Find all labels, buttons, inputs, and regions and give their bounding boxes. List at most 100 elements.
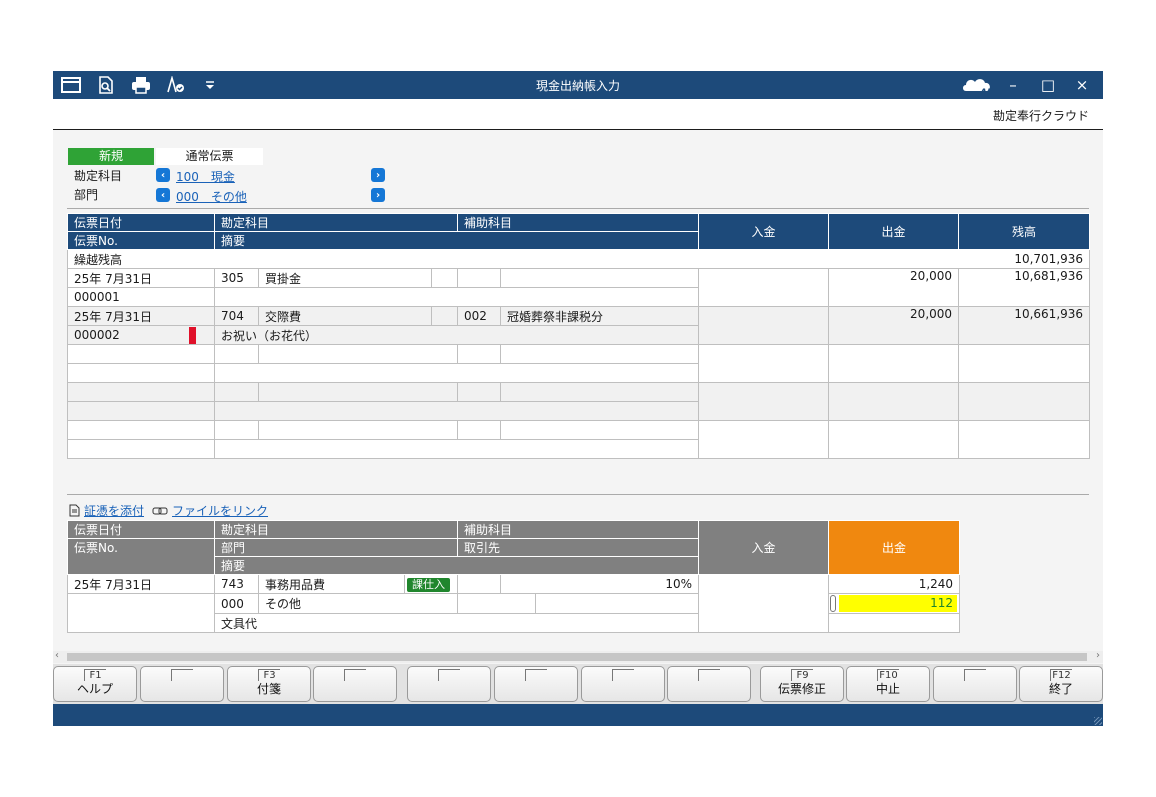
f9-edit-voucher-button[interactable]: F9 伝票修正 <box>760 666 844 702</box>
voucher-type[interactable]: 通常伝票 <box>156 148 263 165</box>
detail-summary[interactable]: 文具代 <box>213 613 700 633</box>
header-voucher-no: 伝票No. <box>67 231 215 250</box>
f7-blank-button[interactable] <box>581 666 665 702</box>
entry-sub-code[interactable]: 002 <box>457 306 502 326</box>
entry-account-name[interactable]: 買掛金 <box>258 268 432 288</box>
entry-voucher-no[interactable]: 000001 <box>67 287 215 307</box>
minimize-button[interactable]: – <box>996 71 1030 99</box>
horizontal-scrollbar[interactable]: ‹ › <box>53 650 1103 663</box>
f10-cancel-button[interactable]: F10 中止 <box>846 666 930 702</box>
entry-balance: 10,681,936 <box>958 268 1091 307</box>
fkey-number <box>964 669 986 681</box>
entry-account-code[interactable]: 305 <box>214 268 259 288</box>
detail-tax-rate[interactable]: 10% <box>500 574 700 594</box>
chevron-left-icon: ‹ <box>160 189 166 201</box>
detail-dept-name[interactable]: その他 <box>257 593 459 614</box>
entry-sub-name[interactable]: 冠婚葬祭非課税分 <box>500 306 700 326</box>
detail-partner-code[interactable] <box>457 593 537 614</box>
fkey-label: 終了 <box>1048 682 1073 696</box>
f4-blank-button[interactable] <box>313 666 397 702</box>
detail-header-summary: 摘要 <box>213 556 700 575</box>
account-prev-button[interactable]: ‹ <box>156 168 170 182</box>
f5-blank-button[interactable] <box>407 666 491 702</box>
f11-blank-button[interactable] <box>933 666 1017 702</box>
ai-assistant-icon[interactable]: AI <box>959 74 999 97</box>
scroll-thumb[interactable] <box>67 653 1087 661</box>
f1-help-button[interactable]: F1 ヘルプ <box>53 666 137 702</box>
entry-sub-code[interactable] <box>457 268 502 288</box>
table-row[interactable]: 25年 7月31日 704 交際費 002 冠婚葬祭非課税分 20,000 10… <box>67 306 1091 345</box>
entry-withdrawal[interactable]: 20,000 <box>828 268 960 307</box>
entry-account-code[interactable]: 704 <box>214 306 259 326</box>
fkey-number: F12 <box>1050 669 1072 681</box>
divider <box>67 494 1089 495</box>
detail-table: 伝票日付 勘定科目 補助科目 入金 出金 伝票No. 部門 取引先 摘要 25年… <box>67 520 961 633</box>
department-next-button[interactable]: › <box>371 188 385 202</box>
chevron-right-icon: › <box>375 169 381 181</box>
detail-sub-code[interactable] <box>457 574 502 594</box>
scroll-left-arrow-icon[interactable]: ‹ <box>55 650 59 661</box>
empty-row[interactable] <box>67 420 1091 459</box>
account-label: 勘定科目 <box>74 169 123 183</box>
resize-grip-icon[interactable] <box>1094 717 1102 725</box>
function-key-bar: F1 ヘルプ F3 付箋 F9 伝票修正 F10 中止 F12 終了 <box>53 664 1103 704</box>
entry-tax-cell[interactable] <box>430 268 459 288</box>
detail-deposit[interactable] <box>698 574 830 633</box>
fkey-label: 中止 <box>875 682 900 696</box>
entry-account-name[interactable]: 交際費 <box>258 306 432 326</box>
scroll-right-arrow-icon[interactable]: › <box>1096 650 1100 661</box>
header-sub-account: 補助科目 <box>457 213 700 232</box>
attach-evidence-link[interactable]: 証憑を添付 <box>84 502 144 519</box>
close-button[interactable]: × <box>1065 71 1099 99</box>
tax-amount-input[interactable]: 112 <box>839 595 958 612</box>
entry-voucher-no-cell[interactable]: 000002 <box>67 325 215 345</box>
detail-tax-cell[interactable]: 課仕入 <box>403 574 459 594</box>
account-next-button[interactable]: › <box>371 168 385 182</box>
tax-category-badge[interactable]: 課仕入 <box>407 577 450 592</box>
account-value-link[interactable]: 100 現金 <box>176 168 235 185</box>
empty-row[interactable] <box>67 344 1091 383</box>
detail-tax-input-cell[interactable]: 112 <box>828 593 961 614</box>
chevron-left-icon: ‹ <box>160 169 166 181</box>
table-row[interactable]: 25年 7月31日 305 買掛金 20,000 10,681,936 <box>67 268 1091 307</box>
detail-voucher-no[interactable] <box>67 593 215 633</box>
detail-empty-cell <box>828 613 961 633</box>
maximize-button[interactable]: □ <box>1031 71 1065 99</box>
entry-date[interactable]: 25年 7月31日 <box>67 306 215 326</box>
f12-exit-button[interactable]: F12 終了 <box>1019 666 1103 702</box>
entry-summary[interactable]: お祝い（お花代） <box>213 325 700 345</box>
entry-deposit[interactable] <box>698 268 830 307</box>
detail-account-name[interactable]: 事務用品費 <box>258 574 405 594</box>
entry-voucher-no[interactable]: 000002 <box>74 328 120 342</box>
detail-withdrawal[interactable]: 1,240 <box>828 574 961 594</box>
entry-summary[interactable] <box>213 287 700 307</box>
f2-blank-button[interactable] <box>140 666 224 702</box>
fkey-label: 付箋 <box>256 682 281 696</box>
entry-sub-name[interactable] <box>500 268 700 288</box>
entry-date[interactable]: 25年 7月31日 <box>67 268 215 288</box>
department-prev-button[interactable]: ‹ <box>156 188 170 202</box>
sticky-note-marker[interactable] <box>189 327 196 344</box>
department-value-link[interactable]: 000 その他 <box>176 188 247 205</box>
header-account: 勘定科目 <box>213 213 459 232</box>
f8-blank-button[interactable] <box>667 666 751 702</box>
detail-date[interactable]: 25年 7月31日 <box>67 574 215 594</box>
detail-header-withdrawal: 出金 <box>828 520 961 575</box>
input-caret-handle[interactable] <box>830 595 837 612</box>
detail-row-account[interactable]: 25年 7月31日 743 事務用品費 課仕入 10% 1,240 <box>67 574 961 633</box>
detail-dept-code[interactable]: 000 <box>214 593 259 614</box>
detail-account-code[interactable]: 743 <box>214 574 259 594</box>
detail-partner-name[interactable] <box>535 593 700 614</box>
f6-blank-button[interactable] <box>494 666 578 702</box>
product-name: 勘定奉行クラウド <box>992 109 1089 123</box>
entry-withdrawal[interactable]: 20,000 <box>828 306 960 345</box>
f3-sticky-note-button[interactable]: F3 付箋 <box>227 666 311 702</box>
empty-row[interactable] <box>67 382 1091 421</box>
entry-tax-cell[interactable] <box>430 306 459 326</box>
detail-header-deposit: 入金 <box>698 520 830 575</box>
link-file-link[interactable]: ファイルをリンク <box>172 502 268 519</box>
entry-deposit[interactable] <box>698 306 830 345</box>
carryover-label: 繰越残高 <box>66 249 960 269</box>
detail-header-sub-account: 補助科目 <box>457 520 700 539</box>
status-bar <box>53 704 1103 726</box>
